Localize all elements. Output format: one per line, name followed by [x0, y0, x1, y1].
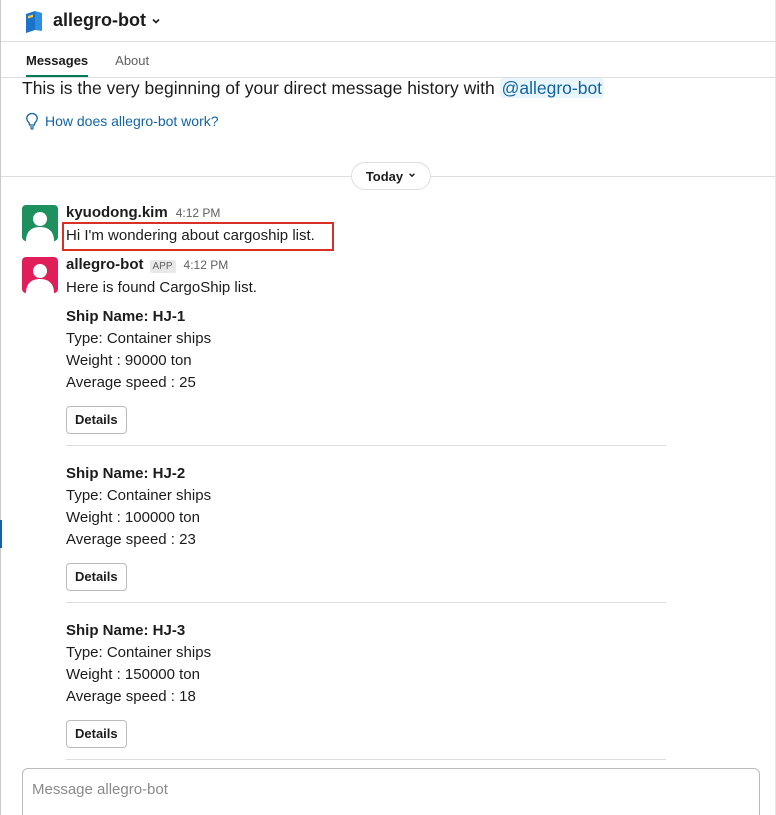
scroll-accent [0, 520, 2, 548]
message-header: allegro-bot APP 4:12 PM [66, 256, 228, 273]
dm-window: allegro-bot Messages About This is the v… [0, 0, 776, 815]
ship-speed: Average speed : 23 [66, 531, 196, 548]
ship-type: Type: Container ships [66, 644, 212, 661]
channel-title: allegro-bot [53, 10, 146, 30]
sender-name[interactable]: kyuodong.kim [66, 204, 168, 221]
intro-text: This is the very beginning of your direc… [22, 78, 500, 98]
channel-header: allegro-bot [1, 0, 775, 42]
sender-name[interactable]: allegro-bot [66, 256, 144, 273]
ship-name: Ship Name: HJ-2 [66, 465, 186, 482]
divider [66, 759, 666, 760]
channel-title-button[interactable]: allegro-bot [53, 10, 161, 31]
ship-speed: Average speed : 18 [66, 688, 196, 705]
ship-block: Ship Name: HJ-1 Type: Container ships We… [66, 306, 666, 434]
tab-messages[interactable]: Messages [26, 42, 89, 77]
day-label: Today [365, 168, 404, 184]
day-divider-button[interactable]: Today [351, 162, 431, 190]
ship-name: Ship Name: HJ-1 [66, 308, 186, 325]
tab-about[interactable]: About [115, 42, 149, 77]
message-composer [22, 768, 760, 815]
details-button[interactable]: Details [66, 563, 127, 591]
message-input[interactable] [23, 769, 759, 810]
details-button[interactable]: Details [66, 406, 127, 434]
ship-block: Ship Name: HJ-3 Type: Container ships We… [66, 620, 666, 748]
ship-type: Type: Container ships [66, 330, 212, 347]
divider [66, 602, 666, 603]
message-timestamp[interactable]: 4:12 PM [184, 258, 229, 272]
help-link-label: How does allegro-bot work? [45, 113, 219, 129]
highlight-box [62, 222, 334, 251]
app-badge: APP [149, 260, 176, 273]
ship-weight: Weight : 100000 ton [66, 509, 200, 526]
ship-block: Ship Name: HJ-2 Type: Container ships We… [66, 463, 666, 591]
message-header: kyuodong.kim 4:12 PM [66, 204, 220, 221]
message-text: Here is found CargoShip list. [66, 279, 257, 296]
lightbulb-icon [26, 112, 38, 130]
chevron-down-icon [408, 171, 416, 181]
bot-book-icon [21, 8, 47, 34]
bot-mention-link[interactable]: @allegro-bot [499, 78, 605, 98]
ship-speed: Average speed : 25 [66, 374, 196, 391]
tab-bar: Messages About [1, 42, 775, 78]
message-timestamp[interactable]: 4:12 PM [176, 206, 221, 220]
avatar[interactable] [22, 205, 58, 241]
help-link[interactable]: How does allegro-bot work? [25, 112, 219, 130]
avatar[interactable] [22, 257, 58, 293]
ship-weight: Weight : 90000 ton [66, 352, 192, 369]
ship-type: Type: Container ships [66, 487, 212, 504]
ship-name: Ship Name: HJ-3 [66, 622, 186, 639]
ship-weight: Weight : 150000 ton [66, 666, 200, 683]
details-button[interactable]: Details [66, 720, 127, 748]
chevron-down-icon [151, 15, 161, 29]
divider [66, 445, 666, 446]
dm-intro-text: This is the very beginning of your direc… [22, 78, 605, 99]
